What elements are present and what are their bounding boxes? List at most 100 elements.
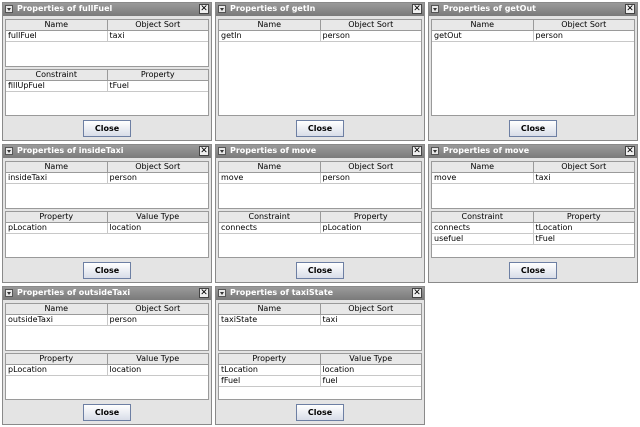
column-header[interactable]: Name bbox=[219, 20, 321, 30]
table-cell[interactable]: connects bbox=[219, 223, 321, 233]
column-header[interactable]: Constraint bbox=[219, 212, 321, 222]
window-menu-icon[interactable] bbox=[218, 5, 226, 13]
column-header[interactable]: Property bbox=[6, 212, 108, 222]
table-row[interactable]: fillUpFuel tFuel bbox=[6, 81, 208, 92]
column-header[interactable]: Object Sort bbox=[108, 304, 209, 314]
window-menu-icon[interactable] bbox=[5, 289, 13, 297]
table-cell[interactable]: pLocation bbox=[321, 223, 422, 233]
table-cell[interactable]: taxi bbox=[534, 173, 635, 183]
column-header[interactable]: Constraint bbox=[432, 212, 534, 222]
table-row[interactable]: fFuel fuel bbox=[219, 376, 421, 387]
table-cell[interactable]: location bbox=[321, 365, 422, 375]
column-header[interactable]: Name bbox=[6, 20, 108, 30]
column-header[interactable]: Object Sort bbox=[321, 20, 422, 30]
column-header[interactable]: Property bbox=[219, 354, 321, 364]
close-icon[interactable]: ✕ bbox=[199, 4, 209, 14]
title-bar[interactable]: Properties of outsideTaxi ✕ bbox=[3, 287, 211, 300]
window-menu-icon[interactable] bbox=[431, 5, 439, 13]
column-header[interactable]: Name bbox=[6, 304, 108, 314]
table-cell[interactable]: usefuel bbox=[432, 234, 534, 244]
title-bar[interactable]: Properties of getIn ✕ bbox=[216, 3, 424, 16]
table-row[interactable]: tLocation location bbox=[219, 365, 421, 376]
column-header[interactable]: Property bbox=[6, 354, 108, 364]
window-menu-icon[interactable] bbox=[218, 147, 226, 155]
table-row[interactable]: move person bbox=[219, 173, 421, 184]
table-row[interactable]: taxiState taxi bbox=[219, 315, 421, 326]
close-icon[interactable]: ✕ bbox=[412, 4, 422, 14]
title-bar[interactable]: Properties of getOut ✕ bbox=[429, 3, 637, 16]
table-cell[interactable]: fullFuel bbox=[6, 31, 108, 41]
table-row[interactable]: insideTaxi person bbox=[6, 173, 208, 184]
title-bar[interactable]: Properties of taxiState ✕ bbox=[216, 287, 424, 300]
table-row[interactable]: connects pLocation bbox=[219, 223, 421, 234]
window-menu-icon[interactable] bbox=[5, 147, 13, 155]
table-cell[interactable]: tLocation bbox=[534, 223, 635, 233]
table-cell[interactable]: taxiState bbox=[219, 315, 321, 325]
table-cell[interactable]: outsideTaxi bbox=[6, 315, 108, 325]
title-bar[interactable]: Properties of insideTaxi ✕ bbox=[3, 145, 211, 158]
column-header[interactable]: Property bbox=[321, 212, 422, 222]
table-cell[interactable]: getIn bbox=[219, 31, 321, 41]
column-header[interactable]: Object Sort bbox=[534, 20, 635, 30]
table-cell[interactable]: person bbox=[534, 31, 635, 41]
table-cell[interactable]: fFuel bbox=[219, 376, 321, 386]
table-cell[interactable]: move bbox=[219, 173, 321, 183]
column-header[interactable]: Value Type bbox=[321, 354, 422, 364]
table-cell[interactable]: person bbox=[108, 173, 209, 183]
column-header[interactable]: Name bbox=[432, 20, 534, 30]
table-cell[interactable]: fillUpFuel bbox=[6, 81, 108, 91]
column-header[interactable]: Value Type bbox=[108, 354, 209, 364]
title-bar[interactable]: Properties of move ✕ bbox=[216, 145, 424, 158]
table-cell[interactable]: move bbox=[432, 173, 534, 183]
close-icon[interactable]: ✕ bbox=[412, 146, 422, 156]
table-cell[interactable]: tFuel bbox=[534, 234, 635, 244]
close-icon[interactable]: ✕ bbox=[625, 4, 635, 14]
column-header[interactable]: Constraint bbox=[6, 70, 108, 80]
column-header[interactable]: Object Sort bbox=[108, 162, 209, 172]
table-row[interactable]: move taxi bbox=[432, 173, 634, 184]
column-header[interactable]: Property bbox=[108, 70, 209, 80]
close-icon[interactable]: ✕ bbox=[625, 146, 635, 156]
column-header[interactable]: Name bbox=[219, 162, 321, 172]
table-row[interactable]: pLocation location bbox=[6, 223, 208, 234]
table-row[interactable]: connects tLocation bbox=[432, 223, 634, 234]
table-row[interactable]: pLocation location bbox=[6, 365, 208, 376]
table-row[interactable]: usefuel tFuel bbox=[432, 234, 634, 245]
close-button[interactable]: Close bbox=[83, 404, 131, 421]
table-cell[interactable]: tLocation bbox=[219, 365, 321, 375]
table-cell[interactable]: location bbox=[108, 365, 209, 375]
window-menu-icon[interactable] bbox=[5, 5, 13, 13]
column-header[interactable]: Name bbox=[6, 162, 108, 172]
table-row[interactable]: getIn person bbox=[219, 31, 421, 42]
close-button[interactable]: Close bbox=[83, 262, 131, 279]
table-cell[interactable]: person bbox=[321, 31, 422, 41]
table-cell[interactable]: person bbox=[108, 315, 209, 325]
table-cell[interactable]: pLocation bbox=[6, 365, 108, 375]
column-header[interactable]: Object Sort bbox=[321, 162, 422, 172]
table-cell[interactable]: pLocation bbox=[6, 223, 108, 233]
close-button[interactable]: Close bbox=[296, 262, 344, 279]
window-menu-icon[interactable] bbox=[218, 289, 226, 297]
close-icon[interactable]: ✕ bbox=[412, 288, 422, 298]
close-button[interactable]: Close bbox=[509, 120, 557, 137]
window-menu-icon[interactable] bbox=[431, 147, 439, 155]
table-row[interactable]: outsideTaxi person bbox=[6, 315, 208, 326]
column-header[interactable]: Object Sort bbox=[534, 162, 635, 172]
table-cell[interactable]: getOut bbox=[432, 31, 534, 41]
close-icon[interactable]: ✕ bbox=[199, 288, 209, 298]
close-button[interactable]: Close bbox=[296, 404, 344, 421]
table-cell[interactable]: connects bbox=[432, 223, 534, 233]
table-cell[interactable]: taxi bbox=[321, 315, 422, 325]
close-button[interactable]: Close bbox=[509, 262, 557, 279]
table-cell[interactable]: fuel bbox=[321, 376, 422, 386]
title-bar[interactable]: Properties of fullFuel ✕ bbox=[3, 3, 211, 16]
table-cell[interactable]: person bbox=[321, 173, 422, 183]
table-cell[interactable]: tFuel bbox=[108, 81, 209, 91]
close-button[interactable]: Close bbox=[83, 120, 131, 137]
table-row[interactable]: fullFuel taxi bbox=[6, 31, 208, 42]
column-header[interactable]: Value Type bbox=[108, 212, 209, 222]
table-cell[interactable]: taxi bbox=[108, 31, 209, 41]
column-header[interactable]: Object Sort bbox=[321, 304, 422, 314]
close-icon[interactable]: ✕ bbox=[199, 146, 209, 156]
close-button[interactable]: Close bbox=[296, 120, 344, 137]
